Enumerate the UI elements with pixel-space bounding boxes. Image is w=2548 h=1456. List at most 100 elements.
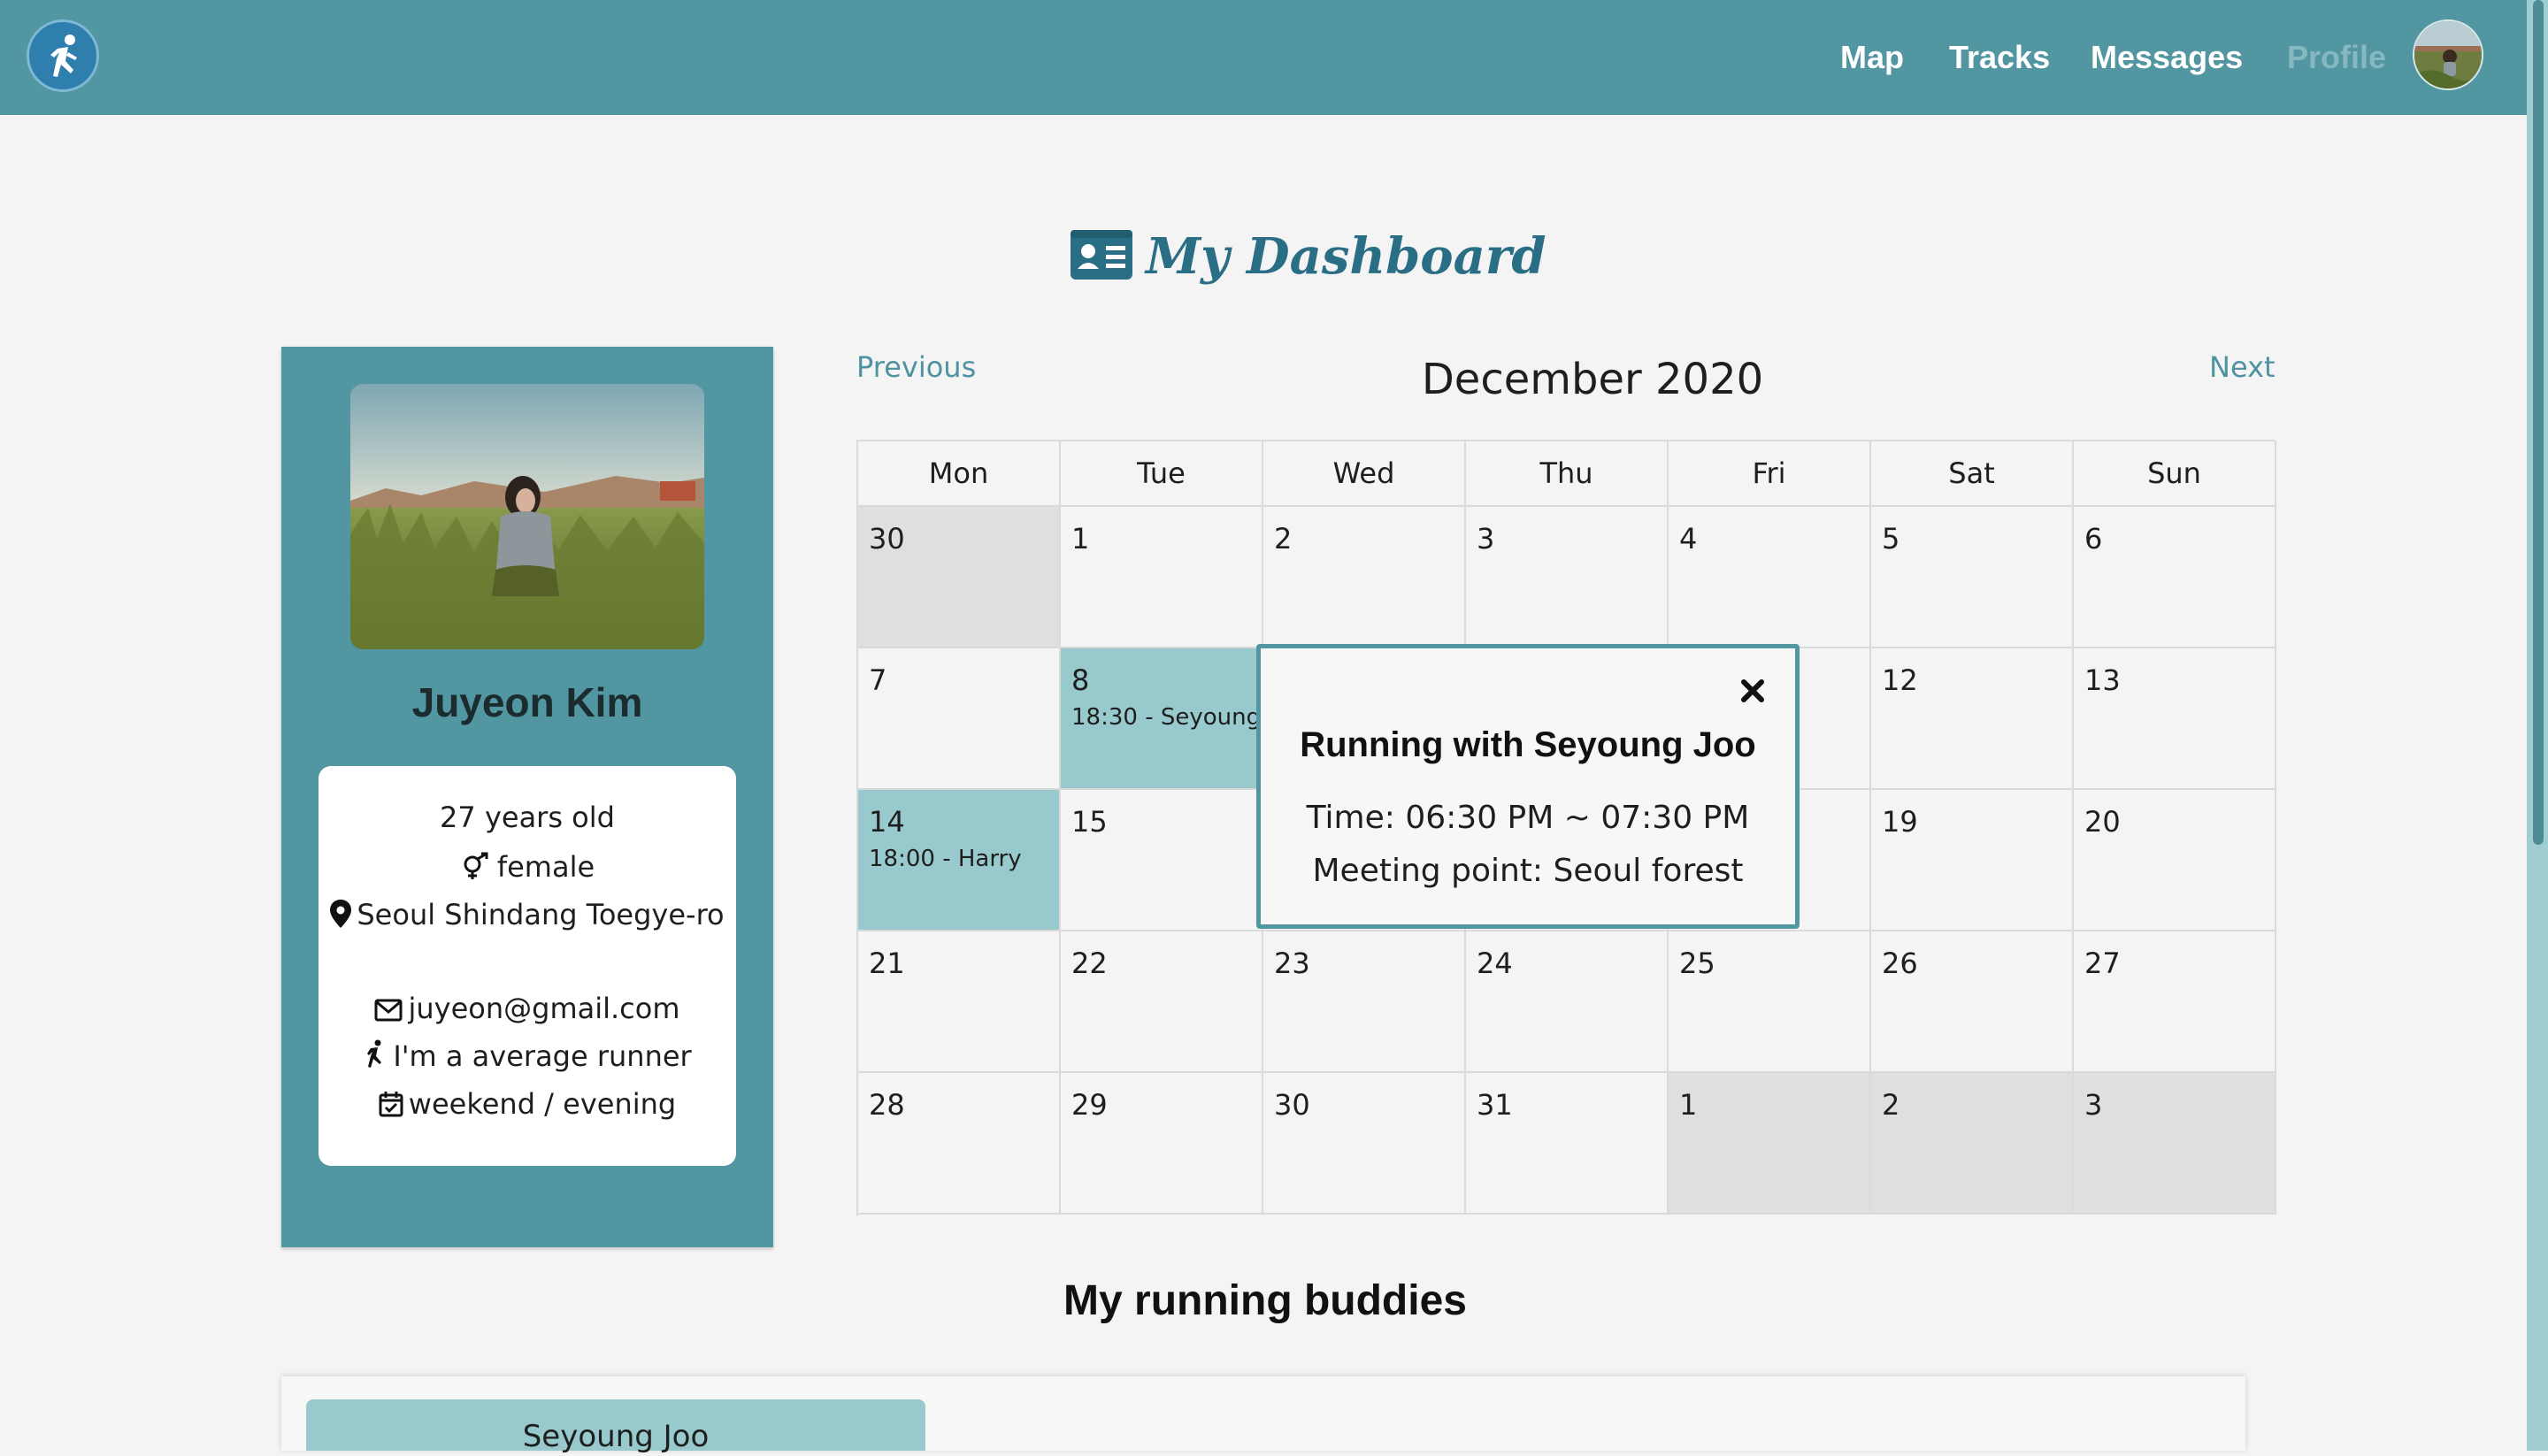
profile-runner-level: I'm a average runner xyxy=(393,1039,692,1073)
day-number: 29 xyxy=(1071,1088,1108,1122)
profile-location: Seoul Shindang Toegye-ro xyxy=(357,898,725,931)
profile-email-row: juyeon@gmail.com xyxy=(327,987,727,1030)
calendar-day[interactable]: 26 xyxy=(1871,931,2074,1073)
calendar-day[interactable]: 2 xyxy=(1263,507,1466,648)
close-icon[interactable] xyxy=(1737,675,1769,707)
day-number: 15 xyxy=(1071,805,1108,839)
calendar-day-with-event[interactable]: 8 18:30 - Seyoung xyxy=(1061,648,1263,790)
nav-map-link[interactable]: Map xyxy=(1840,35,1904,80)
event-popup-meeting-point: Meeting point: Seoul forest xyxy=(1312,853,1744,889)
calendar-day[interactable]: 29 xyxy=(1061,1073,1263,1215)
page-title-text: My Dashboard xyxy=(1146,227,1546,286)
day-number: 2 xyxy=(1274,522,1293,556)
buddy-card[interactable]: Seyoung Joo xyxy=(306,1399,925,1454)
day-number: 22 xyxy=(1071,946,1108,980)
day-number: 30 xyxy=(1274,1088,1310,1122)
day-number: 2 xyxy=(1882,1088,1900,1122)
top-navbar: Map Tracks Messages Profile xyxy=(0,0,2527,115)
weekday-header: Sat xyxy=(1871,441,2074,507)
calendar-day[interactable]: 1 xyxy=(1669,1073,1871,1215)
event-popup-time: Time: 06:30 PM ~ 07:30 PM xyxy=(1306,800,1750,836)
nav-messages-link[interactable]: Messages xyxy=(2091,35,2243,80)
day-number: 3 xyxy=(1477,522,1495,556)
calendar-day[interactable]: 7 xyxy=(858,648,1061,790)
calendar-day[interactable]: 3 xyxy=(1466,507,1669,648)
profile-photo xyxy=(350,384,704,649)
day-number: 27 xyxy=(2084,946,2121,980)
weekday-header: Sun xyxy=(2074,441,2276,507)
calendar-day[interactable]: 23 xyxy=(1263,931,1466,1073)
day-number: 26 xyxy=(1882,946,1918,980)
weekday-header: Tue xyxy=(1061,441,1263,507)
calendar-day-with-event[interactable]: 14 18:00 - Harry xyxy=(858,790,1061,931)
envelope-icon xyxy=(374,999,403,1022)
runner-logo-icon[interactable] xyxy=(27,19,99,92)
calendar-check-icon xyxy=(379,1092,403,1117)
calendar-next-link[interactable]: Next xyxy=(2209,345,2276,389)
scrollbar-thumb[interactable] xyxy=(2533,0,2544,845)
runner-icon xyxy=(367,1039,382,1068)
calendar-day[interactable]: 24 xyxy=(1466,931,1669,1073)
calendar-day[interactable]: 28 xyxy=(858,1073,1061,1215)
day-number: 30 xyxy=(869,522,905,556)
calendar-month-title: December 2020 xyxy=(1421,355,1764,404)
calendar-day[interactable]: 2 xyxy=(1871,1073,2074,1215)
day-number: 20 xyxy=(2084,805,2121,839)
profile-gender-row: female xyxy=(327,846,727,888)
buddies-section-title: My running buddies xyxy=(1063,1277,1467,1324)
profile-location-row: Seoul Shindang Toegye-ro xyxy=(327,893,727,936)
day-number: 12 xyxy=(1882,663,1918,697)
calendar-day[interactable]: 5 xyxy=(1871,507,2074,648)
calendar-day[interactable]: 13 xyxy=(2074,648,2276,790)
weekday-header: Mon xyxy=(858,441,1061,507)
calendar-day[interactable]: 20 xyxy=(2074,790,2276,931)
calendar-day[interactable]: 30 xyxy=(1263,1073,1466,1215)
day-number: 1 xyxy=(1071,522,1090,556)
id-card-icon xyxy=(1071,230,1132,280)
day-number: 14 xyxy=(869,805,905,839)
day-number: 28 xyxy=(869,1088,905,1122)
calendar-previous-link[interactable]: Previous xyxy=(856,345,976,389)
profile-availability: weekend / evening xyxy=(408,1087,677,1121)
profile-email: juyeon@gmail.com xyxy=(408,992,680,1025)
nav-tracks-link[interactable]: Tracks xyxy=(1949,35,2050,80)
calendar-day[interactable]: 4 xyxy=(1669,507,1871,648)
day-number: 6 xyxy=(2084,522,2103,556)
day-number: 24 xyxy=(1477,946,1513,980)
day-number: 19 xyxy=(1882,805,1918,839)
calendar-day[interactable]: 30 xyxy=(858,507,1061,648)
calendar-day[interactable]: 25 xyxy=(1669,931,1871,1073)
day-number: 5 xyxy=(1882,522,1900,556)
calendar-day[interactable]: 21 xyxy=(858,931,1061,1073)
day-number: 4 xyxy=(1679,522,1698,556)
profile-gender: female xyxy=(496,850,595,884)
event-popup: Running with Seyoung Joo Time: 06:30 PM … xyxy=(1256,644,1800,929)
calendar-day[interactable]: 19 xyxy=(1871,790,2074,931)
calendar-day[interactable]: 6 xyxy=(2074,507,2276,648)
profile-name: Juyeon Kim xyxy=(411,679,643,725)
day-number: 23 xyxy=(1274,946,1310,980)
calendar-event-label[interactable]: 18:00 - Harry xyxy=(869,843,1022,875)
buddy-name: Seyoung Joo xyxy=(522,1419,710,1454)
calendar-day[interactable]: 27 xyxy=(2074,931,2276,1073)
calendar-day[interactable]: 3 xyxy=(2074,1073,2276,1215)
profile-card: Juyeon Kim 27 years old female Seoul Shi… xyxy=(281,347,773,1247)
calendar-day[interactable]: 31 xyxy=(1466,1073,1669,1215)
nav-profile-link[interactable]: Profile xyxy=(2287,35,2386,80)
profile-availability-row: weekend / evening xyxy=(327,1083,727,1125)
gender-icon xyxy=(464,852,488,879)
map-marker-icon xyxy=(330,900,352,928)
profile-info-box: 27 years old female Seoul Shindang Toegy… xyxy=(318,766,736,1166)
calendar-day[interactable]: 1 xyxy=(1061,507,1263,648)
day-number: 7 xyxy=(869,663,887,697)
calendar-day[interactable]: 12 xyxy=(1871,648,2074,790)
day-number: 25 xyxy=(1679,946,1715,980)
calendar-event-label[interactable]: 18:30 - Seyoung xyxy=(1071,701,1261,733)
calendar-day[interactable]: 15 xyxy=(1061,790,1263,931)
user-avatar[interactable] xyxy=(2413,19,2483,90)
day-number: 31 xyxy=(1477,1088,1513,1122)
day-number: 3 xyxy=(2084,1088,2103,1122)
profile-runner-row: I'm a average runner xyxy=(327,1035,727,1077)
calendar-day[interactable]: 22 xyxy=(1061,931,1263,1073)
day-number: 13 xyxy=(2084,663,2121,697)
